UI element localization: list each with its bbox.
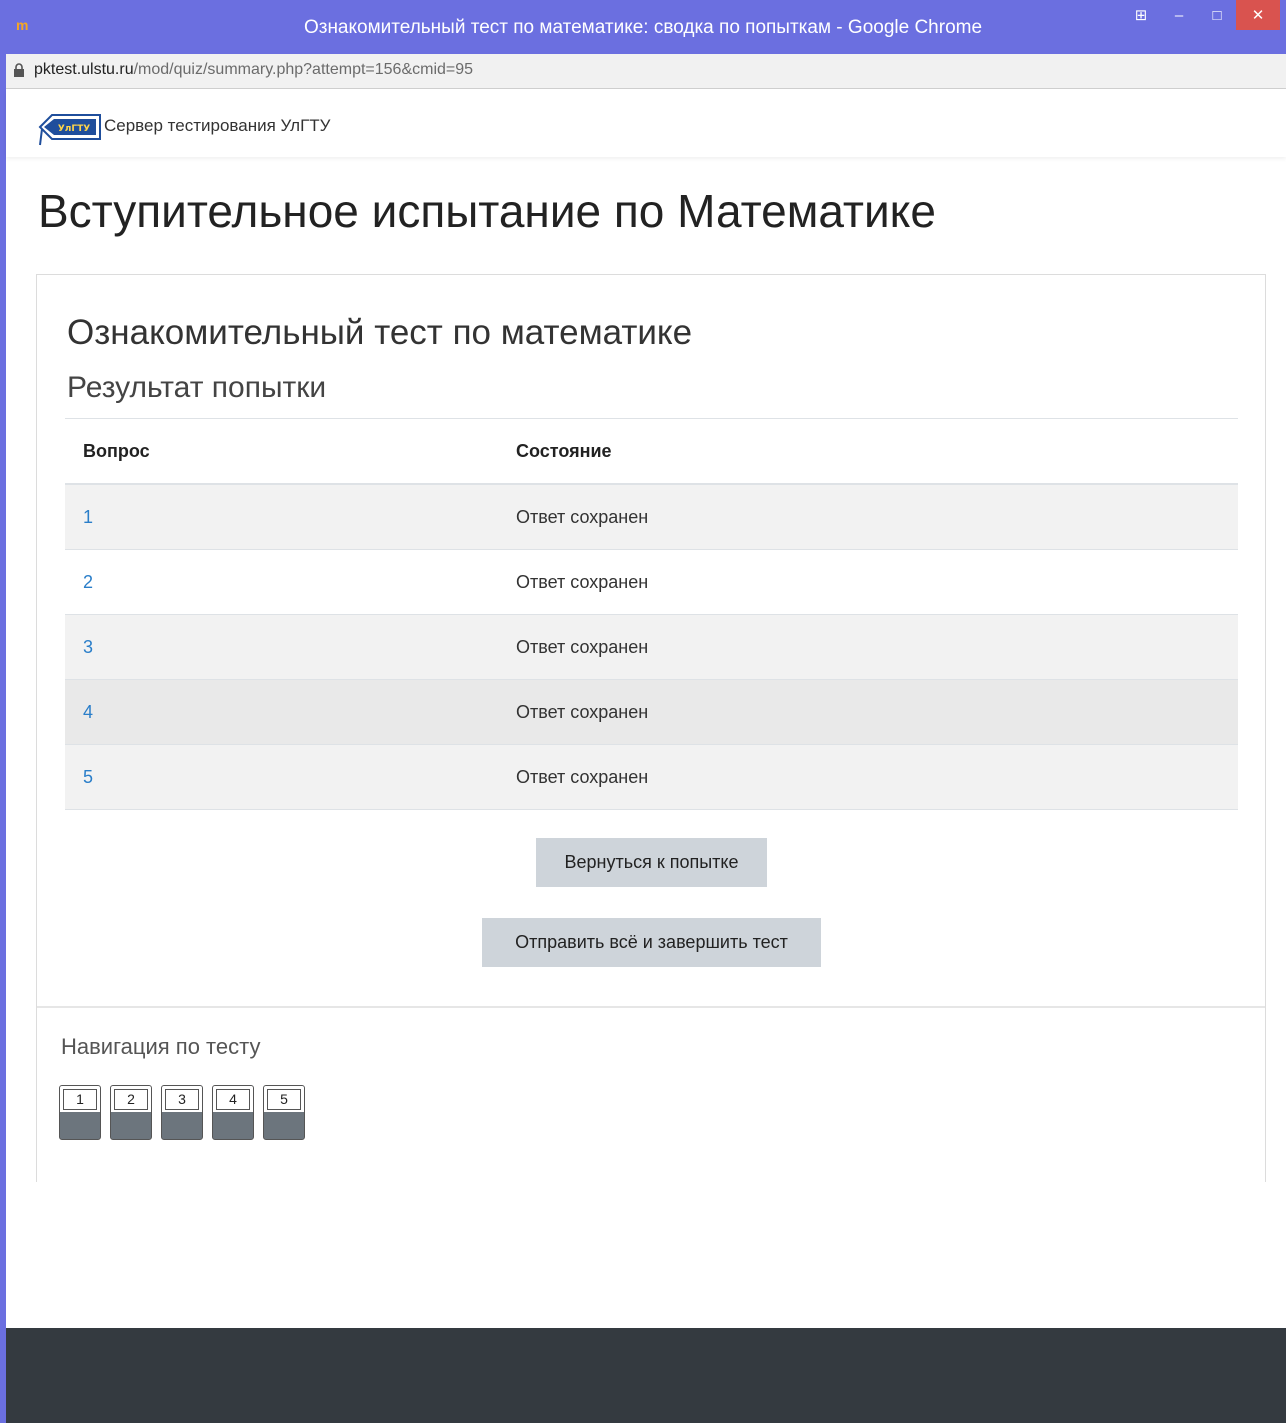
url-text[interactable]: pktest.ulstu.ru/mod/quiz/summary.php?att… <box>34 61 473 79</box>
url-domain: pktest.ulstu.ru <box>34 61 134 78</box>
address-bar[interactable]: pktest.ulstu.ru/mod/quiz/summary.php?att… <box>0 54 1286 89</box>
table-header: Вопрос Состояние <box>65 419 1238 485</box>
question-link[interactable]: 3 <box>83 637 93 658</box>
site-brand[interactable]: Сервер тестирования УлГТУ <box>104 116 330 136</box>
table-row: 3 Ответ сохранен <box>65 615 1238 680</box>
column-header-question: Вопрос <box>83 441 150 461</box>
submit-all-button[interactable]: Отправить всё и завершить тест <box>482 918 821 967</box>
question-status: Ответ сохранен <box>516 637 649 657</box>
question-nav-button[interactable]: 2 <box>110 1085 152 1140</box>
lock-icon <box>14 63 24 77</box>
ulstu-logo-icon[interactable]: УлГТУ <box>38 107 102 147</box>
title-bar: m Ознакомительный тест по математике: св… <box>0 0 1286 54</box>
page-content: УлГТУ Сервер тестирования УлГТУ Вступите… <box>6 89 1286 1423</box>
question-link[interactable]: 4 <box>83 702 93 723</box>
browser-window: m Ознакомительный тест по математике: св… <box>0 0 1286 1423</box>
summary-table: Вопрос Состояние 1 Ответ сохранен 2 Отве… <box>65 418 1238 810</box>
top-navbar: УлГТУ Сервер тестирования УлГТУ <box>6 89 1286 157</box>
question-nav-button[interactable]: 5 <box>263 1085 305 1140</box>
question-nav-button[interactable]: 3 <box>161 1085 203 1140</box>
maximize-button[interactable]: □ <box>1198 0 1236 30</box>
quiz-name: Ознакомительный тест по математике <box>67 313 693 352</box>
quiz-summary-card: Ознакомительный тест по математике Резул… <box>36 274 1266 1182</box>
question-nav-number: 5 <box>267 1089 301 1110</box>
url-path: /mod/quiz/summary.php?attempt=156&cmid=9… <box>133 61 474 78</box>
question-link[interactable]: 1 <box>83 507 93 528</box>
page-footer <box>6 1328 1286 1423</box>
question-nav-number: 2 <box>114 1089 148 1110</box>
question-nav-button[interactable]: 4 <box>212 1085 254 1140</box>
window-title: Ознакомительный тест по математике: свод… <box>303 17 983 38</box>
question-status: Ответ сохранен <box>516 702 649 722</box>
question-nav-button[interactable]: 1 <box>59 1085 101 1140</box>
table-row: 5 Ответ сохранен <box>65 745 1238 810</box>
question-link[interactable]: 5 <box>83 767 93 788</box>
question-status: Ответ сохранен <box>516 767 649 787</box>
question-status: Ответ сохранен <box>516 507 649 527</box>
table-row: 4 Ответ сохранен <box>65 680 1238 745</box>
question-nav-number: 4 <box>216 1089 250 1110</box>
question-nav-number: 3 <box>165 1089 199 1110</box>
question-nav-number: 1 <box>63 1089 97 1110</box>
column-header-status: Состояние <box>516 441 612 461</box>
quiz-navigation-panel: Навигация по тесту 1 2 3 4 5 <box>37 1006 1265 1182</box>
quiz-navigation-title: Навигация по тесту <box>61 1034 261 1059</box>
table-row: 1 Ответ сохранен <box>65 485 1238 550</box>
table-row: 2 Ответ сохранен <box>65 550 1238 615</box>
window-controls: ⊞ – □ ✕ <box>1122 0 1286 30</box>
minimize-button[interactable]: – <box>1160 0 1198 30</box>
close-button[interactable]: ✕ <box>1236 0 1280 30</box>
question-link[interactable]: 2 <box>83 572 93 593</box>
question-nav-buttons: 1 2 3 4 5 <box>59 1085 305 1140</box>
return-to-attempt-button[interactable]: Вернуться к попытке <box>536 838 767 887</box>
snap-icon[interactable]: ⊞ <box>1122 0 1160 30</box>
question-status: Ответ сохранен <box>516 572 649 592</box>
page-title: Вступительное испытание по Математике <box>38 185 936 237</box>
logo-text: УлГТУ <box>58 124 90 134</box>
summary-heading: Результат попытки <box>67 371 327 404</box>
